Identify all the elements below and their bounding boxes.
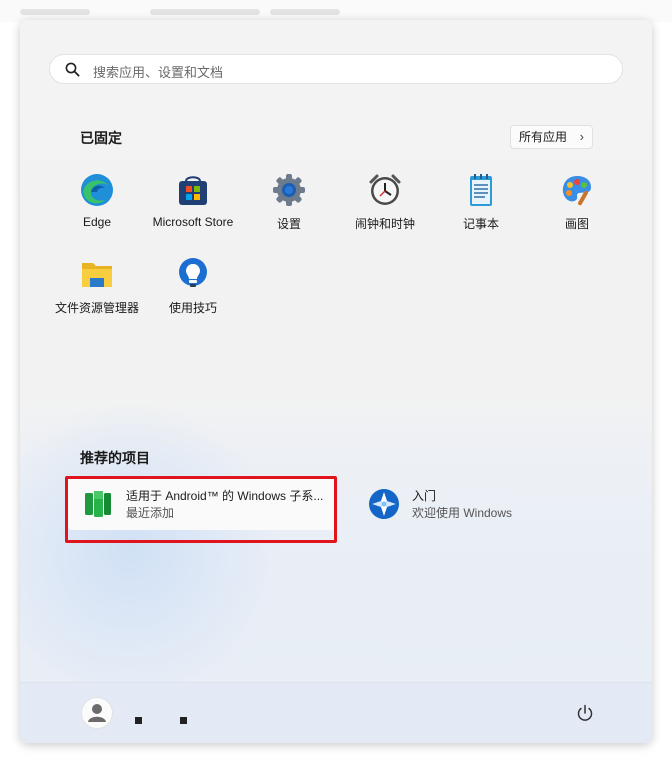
notepad-icon — [470, 174, 492, 206]
pinned-app-file-explorer[interactable]: 文件资源管理器 — [49, 256, 145, 328]
app-label: Microsoft Store — [152, 215, 234, 229]
pinned-app-paint[interactable]: 画图 — [529, 172, 625, 244]
pinned-app-tips[interactable]: 使用技巧 — [145, 256, 241, 328]
alarm-clock-icon — [369, 174, 401, 205]
app-label: 记事本 — [462, 217, 499, 231]
pinned-app-settings[interactable]: 设置 — [241, 172, 337, 244]
pinned-app-notepad[interactable]: 记事本 — [433, 172, 529, 244]
folder-icon — [82, 263, 112, 287]
all-apps-button[interactable]: 所有应用 › — [510, 125, 593, 149]
all-apps-label: 所有应用 — [519, 130, 568, 144]
user-avatar-icon — [88, 704, 106, 722]
app-label: 闹钟和时钟 — [354, 217, 415, 231]
app-label: 文件资源管理器 — [54, 301, 139, 315]
user-name-redacted — [135, 717, 142, 724]
power-icon[interactable] — [575, 703, 595, 723]
user-name-redacted — [180, 717, 187, 724]
search-placeholder: 搜索应用、设置和文档 — [93, 65, 224, 80]
chevron-right-icon: › — [579, 129, 584, 144]
pinned-app-edge[interactable]: Edge — [49, 172, 145, 244]
background-glow — [20, 400, 280, 700]
start-footer — [20, 682, 652, 743]
recommended-title: 推荐的项目 — [80, 450, 150, 466]
settings-gear-icon — [273, 174, 305, 206]
highlight-box — [65, 476, 337, 543]
recommended-item-subtitle: 欢迎使用 Windows — [412, 506, 513, 520]
pinned-app-microsoft-store[interactable]: Microsoft Store — [145, 172, 241, 244]
blurred-text — [20, 9, 90, 15]
app-label: 使用技巧 — [168, 301, 217, 315]
edge-icon — [81, 174, 113, 206]
pinned-app-alarms-clock[interactable]: 闹钟和时钟 — [337, 172, 433, 244]
background-window-strip — [0, 0, 672, 22]
get-started-icon — [369, 489, 399, 519]
recommended-item-get-started[interactable]: 入门 欢迎使用 Windows — [354, 476, 614, 530]
app-label: 设置 — [276, 217, 301, 231]
search-icon — [65, 62, 80, 77]
recommended-item-title: 入门 — [412, 489, 437, 503]
user-account-button[interactable] — [81, 697, 113, 729]
paint-palette-icon — [562, 176, 591, 206]
start-menu: 搜索应用、设置和文档 已固定 所有应用 › Edge Microsoft Sto… — [20, 20, 652, 743]
store-icon — [179, 176, 207, 205]
app-label: Edge — [82, 215, 112, 229]
app-label: 画图 — [564, 217, 589, 231]
pinned-title: 已固定 — [80, 130, 122, 146]
tips-bulb-icon — [179, 258, 207, 287]
search-box[interactable]: 搜索应用、设置和文档 — [49, 54, 623, 84]
blurred-text — [150, 9, 260, 15]
blurred-text — [270, 9, 340, 15]
